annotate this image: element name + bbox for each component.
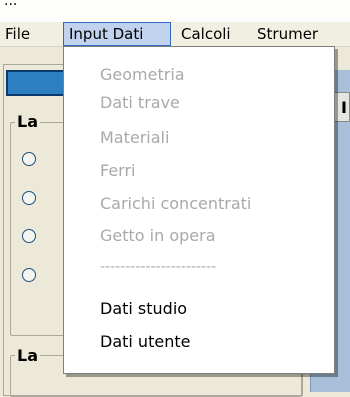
- window-titlebar: ...: [0, 0, 350, 23]
- menu-item-dati-trave[interactable]: Dati trave: [100, 91, 180, 115]
- radio-option-4[interactable]: [22, 268, 36, 282]
- menu-input-dati[interactable]: Input Dati: [63, 22, 171, 46]
- radio-option-1[interactable]: [22, 152, 36, 166]
- radio-option-3[interactable]: [22, 229, 36, 243]
- menu-strumenti[interactable]: Strumer: [252, 22, 323, 46]
- menu-item-ferri[interactable]: Ferri: [100, 159, 136, 183]
- input-dati-dropdown-menu: Geometria Dati trave Materiali Ferri Car…: [63, 46, 335, 374]
- menu-item-geometria[interactable]: Geometria: [100, 63, 185, 87]
- menu-calcoli[interactable]: Calcoli: [176, 22, 236, 46]
- window-title: ...: [4, 0, 18, 9]
- menu-file[interactable]: File: [0, 22, 35, 46]
- menu-separator: -----------------------: [100, 259, 217, 275]
- menu-item-materiali[interactable]: Materiali: [100, 126, 169, 150]
- menu-item-carichi-concentrati[interactable]: Carichi concentrati: [100, 192, 251, 216]
- menu-item-dati-studio[interactable]: Dati studio: [100, 297, 187, 321]
- radio-option-2[interactable]: [22, 191, 36, 205]
- group-2-legend: La: [15, 346, 40, 365]
- menu-item-dati-utente[interactable]: Dati utente: [100, 330, 190, 354]
- menu-item-getto-in-opera[interactable]: Getto in opera: [100, 224, 216, 248]
- group-1-legend: La: [15, 112, 40, 131]
- menu-bar: File Input Dati Calcoli Strumer: [0, 22, 350, 47]
